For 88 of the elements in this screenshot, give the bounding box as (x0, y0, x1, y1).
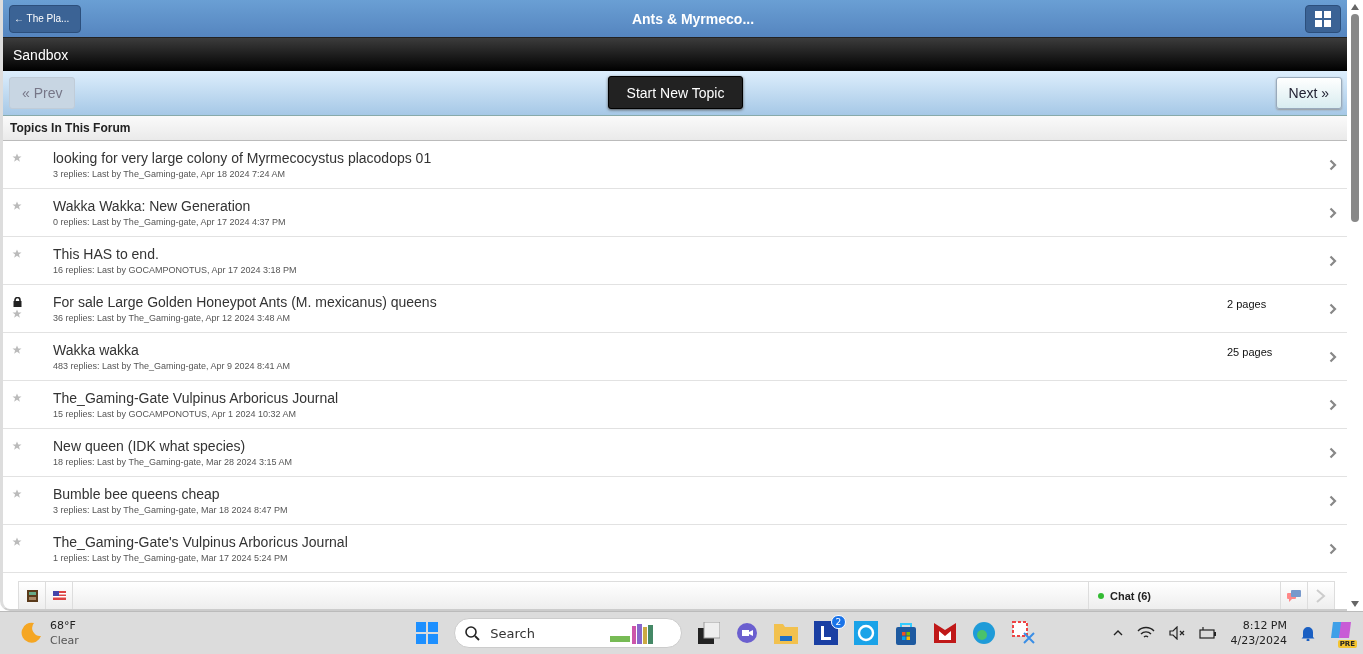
section-title: Topics In This Forum (10, 121, 131, 136)
chevron-right-icon (1329, 159, 1337, 171)
topic-title: For sale Large Golden Honeypot Ants (M. mexicanus) queens (53, 294, 438, 311)
topic-meta: 15 replies: Last by GOCAMPONOTUS, Apr 1 2024 10:32 AM (53, 409, 298, 420)
star-icon (12, 249, 22, 260)
topic-title: The_Gaming-Gate's Vulpinus Arboricus Journal (53, 534, 349, 551)
topic-row[interactable]: Bumble bee queens cheap 3 replies: Last by The_Gaming-gate, Mar 18 2024 8:47 PM (3, 477, 1347, 526)
topic-meta: 3 replies: Last by The_Gaming-gate, Apr 18 2024 7:24 AM (53, 169, 286, 180)
topic-row[interactable]: The_Gaming-Gate Vulpinus Arboricus Journal 15 replies: Last by GOCAMPONOTUS, Apr 1 2024 10:32 AM (3, 381, 1347, 430)
chevron-right-icon (1329, 447, 1337, 459)
page-title: Ants & Myrmeco... (631, 10, 755, 27)
page-count[interactable]: 25 pages (1227, 346, 1329, 358)
chat-button[interactable]: Chat (6) (1088, 582, 1280, 609)
grid-icon (1315, 10, 1331, 27)
topic-meta: 1 replies: Last by The_Gaming-gate, Mar 17 2024 5:24 PM (53, 553, 289, 564)
start-new-topic-button[interactable]: Start New Topic (607, 76, 744, 110)
topic-row[interactable]: This HAS to end. 16 replies: Last by GOCAMPONOTUS, Apr 17 2024 3:18 PM (3, 237, 1347, 286)
topic-row[interactable]: The_Gaming-Gate's Vulpinus Arboricus Journal 1 replies: Last by The_Gaming-gate, Mar 17 2024 5:24 PM (3, 525, 1347, 574)
topic-row[interactable]: Wakka Wakka: New Generation 0 replies: Last by The_Gaming-gate, Apr 17 2024 4:37 PM (3, 189, 1347, 238)
topic-title: Wakka Wakka: New Generation (53, 198, 252, 215)
forum-name: Sandbox (13, 46, 69, 63)
chevron-right-icon (1329, 495, 1337, 507)
topic-title: The_Gaming-Gate Vulpinus Arboricus Journal (53, 390, 340, 407)
books-icon (26, 589, 38, 602)
task-view-icon[interactable] (698, 622, 721, 644)
search-icon (465, 625, 481, 641)
taskbar-search-field[interactable]: Search (454, 618, 683, 648)
topic-row[interactable]: looking for very large colony of Myrmecocystus placodops 01 3 replies: Last by The_Gaming-gate, Apr 18 2024 7:24 AM (3, 141, 1347, 190)
status-dot (1098, 592, 1104, 599)
folder-icon[interactable] (774, 622, 799, 644)
chevron-right-icon (1329, 303, 1337, 315)
topic-meta: 36 replies: Last by The_Gaming-gate, Apr 12 2024 3:48 AM (53, 313, 291, 324)
chevron-right-icon (1329, 255, 1337, 267)
topic-title: looking for very large colony of Myrmecocystus placodops 01 (53, 150, 433, 167)
topic-row[interactable]: For sale Large Golden Honeypot Ants (M. mexicanus) queens 36 replies: Last by The_Gaming-gate, Apr 12 2024 3:48 AM 2 pages (3, 285, 1347, 334)
battery-icon[interactable] (1198, 626, 1217, 640)
search-input[interactable]: Search (488, 624, 603, 642)
weather-condition: Clear (50, 633, 79, 648)
star-icon (12, 153, 22, 164)
star-icon (12, 441, 22, 452)
star-icon (12, 309, 22, 320)
copilot-icon (1329, 620, 1353, 640)
shield-icon[interactable] (934, 621, 957, 645)
snipping-tool-icon[interactable] (1012, 621, 1037, 645)
topic-title: This HAS to end. (53, 246, 160, 263)
topic-row[interactable]: New queen (IDK what species) 18 replies: Last by The_Gaming-gate, Mar 28 2024 3:15 AM (3, 429, 1347, 478)
topic-meta: 483 replies: Last by The_Gaming-gate, Apr 9 2024 8:41 AM (53, 361, 291, 372)
topic-meta: 3 replies: Last by The_Gaming-gate, Mar 18 2024 8:47 PM (53, 505, 289, 516)
video-chat-icon[interactable] (736, 622, 759, 644)
speaker-muted-icon[interactable] (1168, 626, 1185, 640)
store-icon[interactable] (894, 621, 919, 645)
ring-app-icon[interactable] (854, 621, 879, 645)
star-icon (12, 345, 22, 356)
page-count[interactable]: 2 pages (1227, 298, 1329, 310)
notification-badge: 2 (830, 615, 847, 629)
clock-date: 4/23/2024 (1230, 633, 1287, 648)
next-button[interactable]: Next » (1275, 76, 1342, 109)
chevron-right-icon (1329, 399, 1337, 411)
topic-meta: 18 replies: Last by The_Gaming-gate, Mar 28 2024 3:15 AM (53, 457, 293, 468)
windows-start-icon[interactable] (416, 622, 439, 644)
topic-title: Wakka wakka (53, 342, 140, 359)
clock-time: 8:12 PM (1242, 618, 1287, 633)
scroll-down-icon (1351, 601, 1359, 607)
chat-bubbles-icon (1287, 589, 1301, 602)
star-icon (12, 537, 22, 548)
flag-icon (52, 591, 66, 601)
topic-meta: 0 replies: Last by The_Gaming-gate, Apr 17 2024 4:37 PM (53, 217, 287, 228)
topic-title: New queen (IDK what species) (53, 438, 247, 455)
weather-temp: 68°F (50, 618, 77, 633)
scroll-up-icon (1351, 4, 1359, 10)
chevron-right-icon (1316, 588, 1326, 603)
star-icon (12, 201, 22, 212)
chevron-right-icon (1329, 351, 1337, 363)
star-icon (12, 489, 22, 500)
wifi-icon[interactable] (1136, 626, 1155, 640)
chevron-right-icon (1329, 207, 1337, 219)
topic-meta: 16 replies: Last by GOCAMPONOTUS, Apr 17 2024 3:18 PM (53, 265, 298, 276)
star-icon (12, 393, 22, 404)
chevron-up-icon[interactable] (1112, 630, 1123, 636)
topic-row[interactable]: Wakka wakka 483 replies: Last by The_Gaming-gate, Apr 9 2024 8:41 AM 25 pages (3, 333, 1347, 382)
scroll-thumb[interactable] (1351, 14, 1359, 222)
bell-icon[interactable] (1301, 625, 1315, 641)
back-button[interactable]: ← The Pla... (9, 4, 81, 33)
grid-menu-button[interactable] (1305, 4, 1341, 33)
topic-title: Bumble bee queens cheap (53, 486, 221, 503)
clock[interactable]: 8:12 PM 4/23/2024 (1230, 618, 1287, 648)
moon-icon (20, 622, 42, 644)
chevron-right-icon (1329, 543, 1337, 555)
